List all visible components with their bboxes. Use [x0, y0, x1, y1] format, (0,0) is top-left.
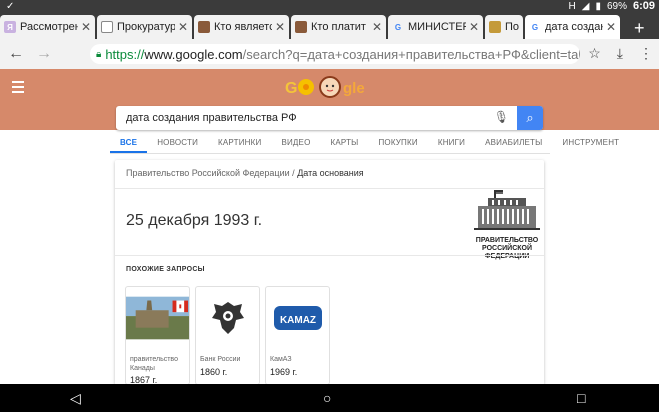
new-tab-icon[interactable]: + [634, 17, 645, 39]
browser-tab[interactable]: Прокуратура ✕ [97, 15, 192, 39]
ru-site-icon: Я [4, 21, 16, 33]
url-path: /search?q=дата+создания+правительства+РФ… [242, 46, 580, 62]
svg-text:gle: gle [343, 80, 365, 97]
government-logo[interactable]: ПРАВИТЕЛЬСТВО РОССИЙСКОЙ ФЕДЕРАЦИИ [472, 188, 542, 284]
knowledge-card: Правительство Российской Федерации / Дат… [115, 160, 544, 385]
related-item-name: Банк России [200, 356, 241, 363]
search-input[interactable]: дата создания правительства РФ [126, 112, 297, 124]
hamburger-icon[interactable] [12, 81, 24, 96]
site-icon [198, 21, 210, 33]
svg-text:KAMAZ: KAMAZ [279, 315, 315, 326]
back-icon[interactable]: ← [2, 45, 30, 63]
answer-text: 25 декабря 1993 г. [126, 212, 263, 229]
logo-text-line: ПРАВИТЕЛЬСТВО [475, 237, 539, 244]
clock: 6:09 [632, 0, 655, 12]
tab-all[interactable]: ВСЕ [110, 133, 148, 153]
home-nav-icon[interactable]: ○ [323, 390, 331, 406]
browser-tab[interactable]: Кто платит Нд ✕ [291, 15, 386, 39]
check-notification-icon: ✓ [6, 1, 15, 12]
tab-label: дата создани [545, 21, 603, 33]
tab-news[interactable]: НОВОСТИ [147, 133, 208, 153]
related-item-name: правительство Канады [130, 356, 178, 372]
tab-flights[interactable]: АВИАБИЛЕТЫ [475, 133, 552, 153]
close-icon[interactable]: ✕ [275, 20, 285, 34]
battery-level: 69% [606, 0, 627, 12]
bank-russia-eagle-icon [196, 287, 259, 349]
google-doodle-logo[interactable]: G gle [285, 75, 380, 99]
logo-text-line: РОССИЙСКОЙ [482, 245, 532, 252]
related-item-value: 1969 г. [270, 367, 298, 377]
url-host: www.google.com [144, 46, 243, 62]
breadcrumb-entity[interactable]: Правительство Российской Федерации [126, 168, 290, 178]
tab-books[interactable]: КНИГИ [428, 133, 475, 153]
doc-icon [101, 21, 113, 33]
tab-video[interactable]: ВИДЕО [271, 133, 320, 153]
related-item-canada[interactable]: правительство Канады 1867 г. [125, 286, 190, 385]
browser-tab[interactable]: Я Рассмотрени ✕ [0, 15, 95, 39]
close-icon[interactable]: ✕ [469, 20, 479, 34]
close-icon[interactable]: ✕ [81, 20, 91, 34]
tab-label: Кто является [214, 21, 272, 33]
tab-label: МИНИСТЕРС [408, 21, 466, 33]
google-icon: G [394, 22, 402, 32]
tab-strip: Я Рассмотрени ✕ Прокуратура ✕ Кто являет… [0, 13, 659, 39]
related-item-name: КамАЗ [270, 356, 292, 363]
close-icon[interactable]: ✕ [372, 20, 382, 34]
tab-maps[interactable]: КАРТЫ [321, 133, 369, 153]
related-item-bank-russia[interactable]: Банк России 1860 г. [195, 286, 260, 385]
related-item-value: 1860 г. [200, 367, 228, 377]
toolbar: ← → 🔒︎ https:// www.google.com /search?q… [0, 39, 659, 69]
kamaz-logo: KAMAZ [266, 287, 329, 349]
search-tabs: ВСЕ НОВОСТИ КАРТИНКИ ВИДЕО КАРТЫ ПОКУПКИ… [110, 133, 659, 153]
mic-icon[interactable]: 🎙︎ [494, 110, 509, 124]
signal-icon: ◢ [581, 0, 590, 12]
site-icon [295, 21, 307, 33]
canada-parliament-image [126, 287, 189, 349]
browser-tab[interactable]: Кто является ✕ [194, 15, 289, 39]
url-scheme: https:// [105, 46, 145, 62]
android-nav-bar: ◁ ○ □ [0, 384, 659, 412]
search-button[interactable]: ⌕ [517, 106, 543, 130]
government-building-icon [474, 190, 540, 230]
site-icon [489, 21, 501, 33]
star-icon[interactable]: ☆ [588, 45, 601, 62]
divider [115, 255, 544, 256]
tab-images[interactable]: КАРТИНКИ [208, 133, 271, 153]
breadcrumb-separator: / [292, 168, 295, 178]
tabs-divider [110, 153, 550, 154]
recents-nav-icon[interactable]: □ [577, 390, 585, 406]
tab-label: Прокуратура [117, 21, 175, 33]
tab-label: По [505, 21, 519, 33]
url-bar[interactable]: 🔒︎ https:// www.google.com /search?q=дат… [90, 44, 580, 64]
network-indicator: H [568, 0, 576, 12]
svg-text:G: G [285, 80, 297, 97]
browser-tab-active[interactable]: G дата создани ✕ [525, 15, 620, 39]
close-icon[interactable]: ✕ [606, 20, 616, 34]
google-icon: G [531, 22, 539, 32]
browser-tab[interactable]: G МИНИСТЕРС ✕ [388, 15, 483, 39]
menu-icon[interactable]: ⋮ [639, 45, 653, 62]
tab-label: Рассмотрени [20, 21, 78, 33]
related-searches-title: ПОХОЖИЕ ЗАПРОСЫ [126, 266, 205, 273]
forward-icon[interactable]: → [30, 45, 58, 63]
breadcrumb: Правительство Российской Федерации / Дат… [126, 168, 364, 178]
download-icon[interactable]: ⤓ [617, 45, 623, 62]
close-icon[interactable]: ✕ [178, 20, 188, 34]
back-nav-icon[interactable]: ◁ [70, 390, 81, 407]
tab-label: Кто платит Нд [311, 21, 369, 33]
status-bar: ✓ H ◢ ▮ 69% 6:09 [0, 0, 659, 13]
tab-shopping[interactable]: ПОКУПКИ [368, 133, 427, 153]
related-item-kamaz[interactable]: KAMAZ КамАЗ 1969 г. [265, 286, 330, 385]
tab-tools[interactable]: ИНСТРУМЕНТ [552, 133, 629, 153]
browser-tab[interactable]: По [485, 15, 523, 39]
lock-icon: 🔒︎ [96, 48, 102, 60]
search-box[interactable]: дата создания правительства РФ 🎙︎ ⌕ [116, 106, 543, 130]
battery-icon: ▮ [595, 0, 601, 12]
breadcrumb-attribute: Дата основания [297, 168, 364, 178]
